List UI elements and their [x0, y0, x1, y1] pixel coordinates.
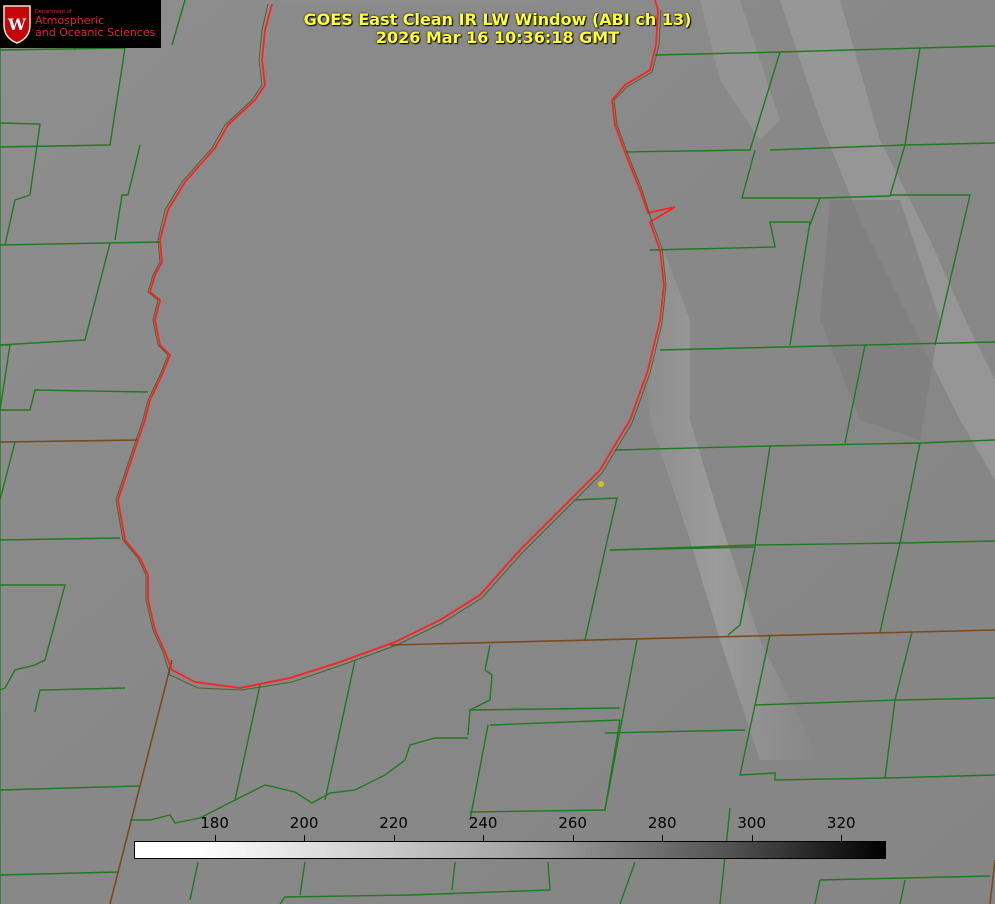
title-timestamp: 2026 Mar 16 10:36:18 GMT	[375, 28, 620, 47]
colorbar-tick-label: 300	[737, 814, 767, 832]
colorbar-tick-label: 320	[826, 814, 856, 832]
satellite-map[interactable]	[0, 0, 995, 904]
colorbar-tick-label: 240	[468, 814, 498, 832]
colorbar-tick-label: 260	[558, 814, 587, 832]
colorbar-tick-label: 280	[647, 814, 677, 832]
colorbar-tick-label: 200	[289, 814, 319, 832]
image-title: GOES East Clean IR LW Window (ABI ch 13)…	[0, 11, 995, 47]
title-product: GOES East Clean IR LW Window (ABI ch 13)	[303, 10, 692, 29]
colorbar-tick-label: 180	[200, 814, 229, 832]
colorbar	[134, 841, 886, 859]
colorbar-ticks: 180 200 220 240 260 280 300 320	[0, 814, 995, 841]
location-marker	[598, 481, 604, 487]
colorbar-tick-label: 220	[379, 814, 408, 832]
